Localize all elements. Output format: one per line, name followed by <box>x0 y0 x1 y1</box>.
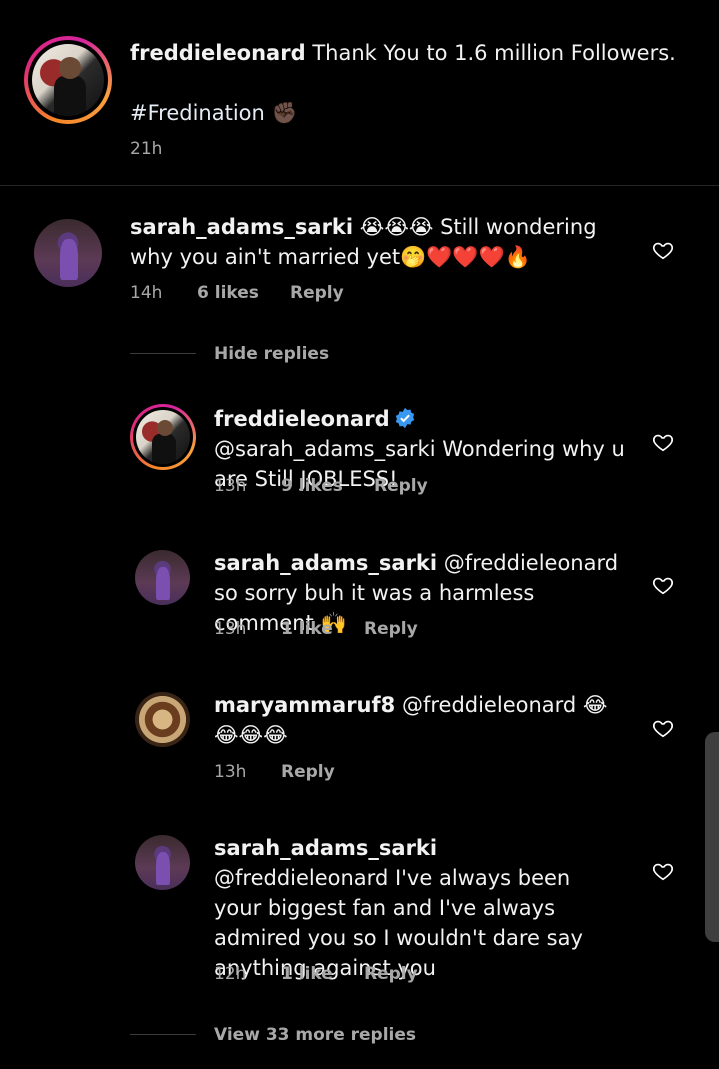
reply-meta: 13h 1 like Reply <box>214 619 514 641</box>
comment-body: sarah_adams_sarki 😭😭😭 Still wondering wh… <box>130 212 630 272</box>
reply-avatar[interactable] <box>135 550 190 605</box>
reply-likes[interactable]: 1 like <box>281 619 333 639</box>
reply-avatar[interactable] <box>135 835 190 890</box>
view-more-replies-button[interactable]: View 33 more replies <box>214 1025 416 1045</box>
reply-username[interactable]: freddieleonard <box>214 407 390 431</box>
view-more-line <box>130 1034 196 1035</box>
reply-body: maryammaruf8 @freddieleonard 😂😂😂😂 <box>214 690 624 750</box>
verified-badge-icon <box>395 407 414 429</box>
reply-time: 13h <box>214 762 247 782</box>
reply-button[interactable]: Reply <box>364 619 418 639</box>
reply-meta: 13h Reply <box>214 762 514 784</box>
comment-likes[interactable]: 6 likes <box>197 283 259 303</box>
reply-button[interactable]: Reply <box>290 283 344 303</box>
divider <box>0 185 719 186</box>
reply-meta: 13h 9 likes Reply <box>214 476 514 498</box>
avatar[interactable] <box>34 219 102 287</box>
like-heart-icon[interactable] <box>652 239 674 261</box>
reply-username[interactable]: sarah_adams_sarki <box>214 836 437 860</box>
comment-time: 14h <box>130 283 163 303</box>
reply-meta: 12h 1 like Reply <box>214 964 514 986</box>
reply-time: 12h <box>214 964 247 984</box>
comment-username[interactable]: sarah_adams_sarki <box>130 215 353 239</box>
hide-replies-button[interactable]: Hide replies <box>214 344 329 364</box>
post-time: 21h <box>130 139 163 159</box>
reply-button[interactable]: Reply <box>364 964 418 984</box>
comment-meta: 14h 6 likes Reply <box>130 283 430 305</box>
reply-likes[interactable]: 9 likes <box>281 476 343 496</box>
reply-mention[interactable]: @freddieleonard <box>402 693 576 717</box>
reply-username[interactable]: sarah_adams_sarki <box>214 551 437 575</box>
like-heart-icon[interactable] <box>652 860 674 882</box>
caption-text: Thank You to 1.6 million Followers. <box>312 41 676 65</box>
reply-username[interactable]: maryammaruf8 <box>214 693 395 717</box>
reply-button[interactable]: Reply <box>281 762 335 782</box>
reply-mention[interactable]: @freddieleonard <box>214 866 388 890</box>
scrollbar-handle[interactable] <box>705 732 719 942</box>
reply-mention[interactable]: @freddieleonard <box>444 551 618 575</box>
like-heart-icon[interactable] <box>652 574 674 596</box>
reply-likes[interactable]: 1 like <box>281 964 333 984</box>
post-username[interactable]: freddieleonard <box>130 41 306 65</box>
fist-emoji: ✊🏿 <box>271 101 298 125</box>
post-caption: freddieleonard Thank You to 1.6 million … <box>130 38 690 68</box>
post-hashtag-line: #Fredination ✊🏿 <box>130 98 298 128</box>
reply-button[interactable]: Reply <box>374 476 428 496</box>
like-heart-icon[interactable] <box>652 431 674 453</box>
post-avatar[interactable] <box>24 36 112 124</box>
reply-avatar[interactable] <box>130 404 196 470</box>
reply-body: sarah_adams_sarki @freddieleonard I've a… <box>214 833 614 983</box>
reply-time: 13h <box>214 476 247 496</box>
like-heart-icon[interactable] <box>652 717 674 739</box>
hide-replies-line <box>130 353 196 354</box>
reply-avatar[interactable] <box>135 692 190 747</box>
reply-mention[interactable]: @sarah_adams_sarki <box>214 437 436 461</box>
hashtag-link[interactable]: #Fredination <box>130 101 265 125</box>
reply-time: 13h <box>214 619 247 639</box>
